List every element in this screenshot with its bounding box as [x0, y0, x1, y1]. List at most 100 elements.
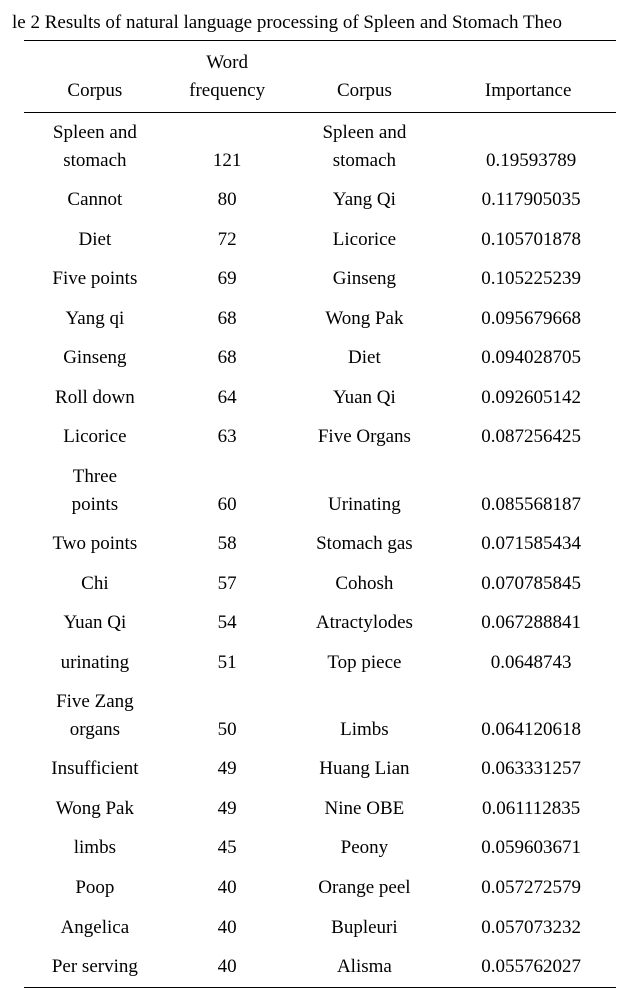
word-frequency-cell: 60	[166, 457, 289, 524]
header-wordfreq-top: Word	[166, 41, 289, 77]
corpus-importance-cell: Diet	[289, 338, 441, 378]
word-frequency-cell: 45	[166, 828, 289, 868]
importance-cell: 0.071585434	[440, 524, 616, 564]
corpus-importance-cell: Bupleuri	[289, 908, 441, 948]
importance-cell: 0.059603671	[440, 828, 616, 868]
corpus-importance-cell: Nine OBE	[289, 789, 441, 829]
header-importance-top	[440, 41, 616, 77]
importance-cell: 0.094028705	[440, 338, 616, 378]
word-frequency-cell: 72	[166, 220, 289, 260]
corpus-freq-cell: Per serving	[24, 947, 166, 987]
importance-cell: 0.105225239	[440, 259, 616, 299]
table-row: Licorice63Five Organs0.087256425	[24, 417, 616, 457]
corpus-importance-cell: Cohosh	[289, 564, 441, 604]
importance-cell: 0.087256425	[440, 417, 616, 457]
corpus-importance-cell: Peony	[289, 828, 441, 868]
table-row: urinating51Top piece0.0648743	[24, 643, 616, 683]
importance-cell: 0.19593789	[440, 113, 616, 181]
corpus-freq-cell: Chi	[24, 564, 166, 604]
table-caption: le 2 Results of natural language process…	[12, 12, 628, 34]
table-row: Wong Pak49Nine OBE0.061112835	[24, 789, 616, 829]
table-row: Yang qi68Wong Pak0.095679668	[24, 299, 616, 339]
word-frequency-cell: 51	[166, 643, 289, 683]
table-row: Threepoints60Urinating0.085568187	[24, 457, 616, 524]
table-row: Spleen andstomach121Spleen andstomach0.1…	[24, 113, 616, 181]
table-row: Chi57Cohosh0.070785845	[24, 564, 616, 604]
corpus-freq-cell: limbs	[24, 828, 166, 868]
table-row: Two points58Stomach gas0.071585434	[24, 524, 616, 564]
corpus-freq-cell: Diet	[24, 220, 166, 260]
word-frequency-cell: 40	[166, 868, 289, 908]
corpus-importance-cell: Stomach gas	[289, 524, 441, 564]
word-frequency-cell: 121	[166, 113, 289, 181]
corpus-importance-cell: Ginseng	[289, 259, 441, 299]
corpus-freq-cell: Insufficient	[24, 749, 166, 789]
word-frequency-cell: 57	[166, 564, 289, 604]
importance-cell: 0.061112835	[440, 789, 616, 829]
word-frequency-cell: 69	[166, 259, 289, 299]
corpus-freq-cell: Wong Pak	[24, 789, 166, 829]
table-row: Five points69Ginseng0.105225239	[24, 259, 616, 299]
corpus-importance-cell: Orange peel	[289, 868, 441, 908]
table-row: Per serving40Alisma0.055762027	[24, 947, 616, 987]
corpus-freq-cell: Yang qi	[24, 299, 166, 339]
header-importance: Importance	[440, 77, 616, 113]
word-frequency-cell: 58	[166, 524, 289, 564]
corpus-importance-cell: Top piece	[289, 643, 441, 683]
corpus-importance-cell: Yuan Qi	[289, 378, 441, 418]
table-row: Poop40Orange peel0.057272579	[24, 868, 616, 908]
importance-cell: 0.092605142	[440, 378, 616, 418]
corpus-importance-cell: Wong Pak	[289, 299, 441, 339]
header-corpus-2: Corpus	[289, 77, 441, 113]
word-frequency-cell: 40	[166, 947, 289, 987]
importance-cell: 0.105701878	[440, 220, 616, 260]
word-frequency-cell: 40	[166, 908, 289, 948]
importance-cell: 0.057272579	[440, 868, 616, 908]
header-corpus-2-top	[289, 41, 441, 77]
table-row: limbs45Peony0.059603671	[24, 828, 616, 868]
corpus-importance-cell: Urinating	[289, 457, 441, 524]
corpus-freq-cell: Five Zangorgans	[24, 682, 166, 749]
corpus-freq-cell: Threepoints	[24, 457, 166, 524]
word-frequency-cell: 50	[166, 682, 289, 749]
corpus-importance-cell: Licorice	[289, 220, 441, 260]
table-row: Roll down64Yuan Qi0.092605142	[24, 378, 616, 418]
table-row: Ginseng68Diet0.094028705	[24, 338, 616, 378]
table-row: Diet72Licorice0.105701878	[24, 220, 616, 260]
corpus-importance-cell: Yang Qi	[289, 180, 441, 220]
corpus-importance-cell: Spleen andstomach	[289, 113, 441, 181]
corpus-freq-cell: Spleen andstomach	[24, 113, 166, 181]
corpus-freq-cell: urinating	[24, 643, 166, 683]
word-frequency-cell: 49	[166, 789, 289, 829]
header-wordfreq: frequency	[166, 77, 289, 113]
word-frequency-cell: 54	[166, 603, 289, 643]
corpus-freq-cell: Yuan Qi	[24, 603, 166, 643]
importance-cell: 0.063331257	[440, 749, 616, 789]
corpus-freq-cell: Ginseng	[24, 338, 166, 378]
table-row: Five Zangorgans50Limbs0.064120618	[24, 682, 616, 749]
corpus-freq-cell: Roll down	[24, 378, 166, 418]
table-row: Angelica40Bupleuri0.057073232	[24, 908, 616, 948]
importance-cell: 0.095679668	[440, 299, 616, 339]
word-frequency-cell: 63	[166, 417, 289, 457]
corpus-freq-cell: Angelica	[24, 908, 166, 948]
importance-cell: 0.055762027	[440, 947, 616, 987]
corpus-freq-cell: Five points	[24, 259, 166, 299]
corpus-freq-cell: Licorice	[24, 417, 166, 457]
header-corpus-1: Corpus	[24, 77, 166, 113]
table-row: Cannot80Yang Qi0.117905035	[24, 180, 616, 220]
corpus-importance-cell: Huang Lian	[289, 749, 441, 789]
corpus-importance-cell: Five Organs	[289, 417, 441, 457]
nlp-results-table: Word Corpus frequency Corpus Importance …	[24, 40, 616, 988]
corpus-freq-cell: Two points	[24, 524, 166, 564]
word-frequency-cell: 49	[166, 749, 289, 789]
importance-cell: 0.057073232	[440, 908, 616, 948]
importance-cell: 0.064120618	[440, 682, 616, 749]
word-frequency-cell: 80	[166, 180, 289, 220]
importance-cell: 0.067288841	[440, 603, 616, 643]
importance-cell: 0.117905035	[440, 180, 616, 220]
corpus-freq-cell: Cannot	[24, 180, 166, 220]
table-row: Yuan Qi54Atractylodes0.067288841	[24, 603, 616, 643]
table-row: Insufficient49Huang Lian0.063331257	[24, 749, 616, 789]
corpus-importance-cell: Atractylodes	[289, 603, 441, 643]
